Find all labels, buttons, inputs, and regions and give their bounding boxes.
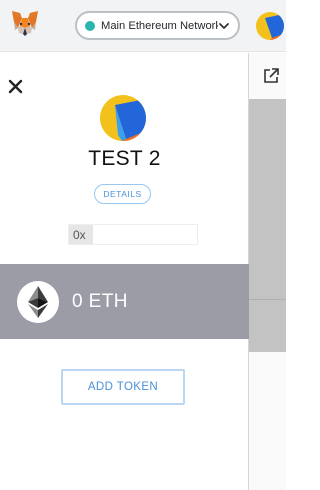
- ethereum-icon: [28, 285, 48, 318]
- backdrop-shade: [249, 99, 286, 352]
- app-header: Main Ethereum Network: [0, 0, 286, 52]
- network-status-dot: [85, 20, 95, 31]
- eth-balance: 0 ETH: [72, 290, 128, 312]
- add-token-button[interactable]: ADD TOKEN: [61, 369, 185, 405]
- account-identicon[interactable]: [256, 12, 284, 40]
- address-copy-field[interactable]: 0x: [68, 224, 198, 245]
- eth-token-avatar: [17, 280, 59, 323]
- address-prefix: 0x: [69, 225, 93, 244]
- metamask-fox-icon[interactable]: [9, 8, 41, 40]
- external-link-icon[interactable]: [262, 67, 280, 85]
- close-icon[interactable]: [8, 79, 23, 94]
- eth-balance-row[interactable]: 0 ETH: [0, 264, 249, 339]
- details-button[interactable]: DETAILS: [94, 184, 151, 204]
- network-label: Main Ethereum Network: [101, 19, 218, 32]
- account-details-backdrop[interactable]: [249, 53, 286, 490]
- account-side-panel: TEST 2 DETAILS 0x 0 ETH ADD TOKEN: [0, 53, 249, 490]
- chevron-down-icon: [219, 22, 229, 29]
- account-identicon: [100, 95, 146, 141]
- divider: [249, 299, 286, 300]
- account-name: TEST 2: [88, 147, 161, 170]
- network-selector[interactable]: Main Ethereum Network: [75, 11, 240, 40]
